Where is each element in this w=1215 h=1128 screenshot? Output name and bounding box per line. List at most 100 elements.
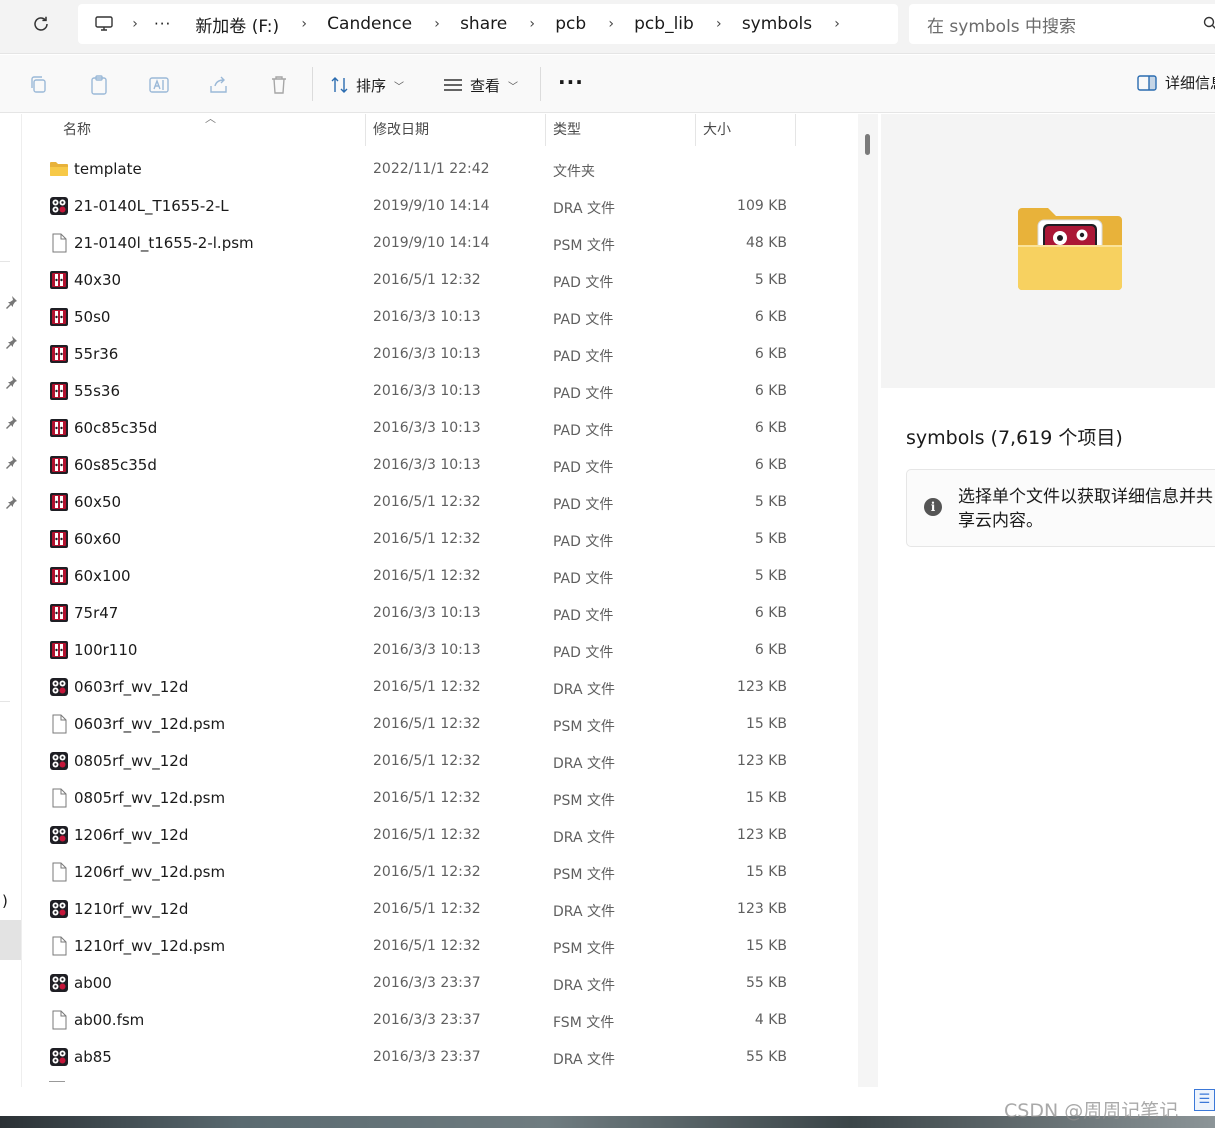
file-modified-date: 2016/3/3 10:13 <box>373 346 481 362</box>
file-row[interactable]: ab00 2016/3/3 23:37 DRA 文件 55 KB <box>23 965 858 1002</box>
file-row[interactable]: 60x60 2016/5/1 12:32 PAD 文件 5 KB <box>23 521 858 558</box>
column-header-name[interactable]: 名称 <box>55 114 365 146</box>
breadcrumb[interactable]: › ··· 新加卷 (F:) › Candence › share › pcb … <box>78 4 898 44</box>
nav-item-selected[interactable] <box>0 920 21 960</box>
column-resize-handle[interactable] <box>795 114 796 146</box>
file-row[interactable]: 1210rf_wv_12d.psm 2016/5/1 12:32 PSM 文件 15 … <box>23 928 858 965</box>
file-type: PAD 文件 <box>553 386 614 402</box>
file-row[interactable]: 21-0140L_T1655-2-L 2019/9/10 14:14 DRA 文件 1… <box>23 188 858 225</box>
file-row[interactable]: ab85 2016/3/3 23:37 DRA 文件 55 KB <box>23 1039 858 1076</box>
file-type: DRA 文件 <box>553 201 615 217</box>
file-name: 100r110 <box>74 641 138 659</box>
file-modified-date: 2016/5/1 12:32 <box>373 716 481 732</box>
file-row[interactable]: ab00.fsm 2016/3/3 23:37 FSM 文件 4 KB <box>23 1002 858 1039</box>
file-type: DRA 文件 <box>553 1052 615 1068</box>
generic-file-icon <box>49 233 69 253</box>
preview-area <box>881 114 1215 388</box>
scrollbar-thumb[interactable] <box>865 134 870 155</box>
file-row[interactable]: 100r110 2016/3/3 10:13 PAD 文件 6 KB <box>23 632 858 669</box>
share-icon[interactable] <box>208 74 230 96</box>
details-pane-button[interactable]: 详细信息 <box>1137 72 1215 93</box>
file-row[interactable]: 0805rf_wv_12d.psm 2016/5/1 12:32 PSM 文件 15 … <box>23 780 858 817</box>
file-row[interactable]: template 2022/11/1 22:42 文件夹 <box>23 151 858 188</box>
file-modified-date: 2016/5/1 12:32 <box>373 568 481 584</box>
chevron-right-icon[interactable]: › <box>828 16 846 32</box>
file-row[interactable]: 60c85c35d 2016/3/3 10:13 PAD 文件 6 KB <box>23 410 858 447</box>
file-type: FSM 文件 <box>553 1015 615 1031</box>
pin-icon <box>6 496 17 509</box>
file-modified-date: 2016/5/1 12:32 <box>373 790 481 806</box>
more-options-button[interactable]: ··· <box>558 70 584 94</box>
breadcrumb-item-share[interactable]: share <box>460 14 507 34</box>
sort-button[interactable]: 排序 ﹀ <box>330 72 404 98</box>
file-row[interactable]: 60x100 2016/5/1 12:32 PAD 文件 5 KB <box>23 558 858 595</box>
file-type: DRA 文件 <box>553 756 615 772</box>
file-type: DRA 文件 <box>553 830 615 846</box>
file-row[interactable]: 60x50 2016/5/1 12:32 PAD 文件 5 KB <box>23 484 858 521</box>
file-name: 60s85c35d <box>74 456 157 474</box>
file-row[interactable]: 55r36 2016/3/3 10:13 PAD 文件 6 KB <box>23 336 858 373</box>
view-button[interactable]: 查看 ﹀ <box>442 72 518 98</box>
file-row[interactable]: 55s36 2016/3/3 10:13 PAD 文件 6 KB <box>23 373 858 410</box>
rename-icon[interactable] <box>148 74 170 96</box>
nav-item-fragment[interactable]: ) <box>2 892 8 910</box>
file-size: 6 KB <box>754 383 787 399</box>
file-row[interactable]: 40x30 2016/5/1 12:32 PAD 文件 5 KB <box>23 262 858 299</box>
paste-icon[interactable] <box>88 74 110 96</box>
file-row[interactable]: 0805rf_wv_12d 2016/5/1 12:32 DRA 文件 123 KB <box>23 743 858 780</box>
file-list[interactable]: ︿ 名称 修改日期 类型 大小 template 2022/11/1 22:42 文… <box>23 114 858 1087</box>
file-row[interactable]: 0603rf_wv_12d 2016/5/1 12:32 DRA 文件 123 KB <box>23 669 858 706</box>
file-type: PAD 文件 <box>553 608 614 624</box>
delete-icon[interactable] <box>268 74 290 96</box>
breadcrumb-overflow-button[interactable]: ··· <box>154 15 171 33</box>
chevron-right-icon[interactable]: › <box>428 16 446 32</box>
watermark: CSDN @周周记笔记 <box>1004 1100 1179 1122</box>
this-pc-icon[interactable] <box>94 15 116 33</box>
column-header-modified[interactable]: 修改日期 <box>365 114 545 146</box>
copy-icon[interactable] <box>28 74 50 96</box>
file-size: 6 KB <box>754 457 787 473</box>
vertical-scrollbar[interactable] <box>858 114 878 1087</box>
view-list-icon <box>444 79 462 91</box>
search-input[interactable]: 在 symbols 中搜索 <box>909 4 1215 44</box>
file-row[interactable]: 1206rf_wv_12d 2016/5/1 12:32 DRA 文件 123 KB <box>23 817 858 854</box>
generic-file-icon <box>49 714 69 734</box>
generic-file-icon <box>49 1010 69 1030</box>
file-row[interactable]: 1206rf_wv_12d.psm 2016/5/1 12:32 PSM 文件 15 … <box>23 854 858 891</box>
breadcrumb-item-pcb-lib[interactable]: pcb_lib <box>634 14 694 34</box>
command-bar: 排序 ﹀ 查看 ﹀ ··· 详细信息 <box>0 55 1215 113</box>
chevron-right-icon[interactable]: › <box>602 16 620 32</box>
breadcrumb-item-symbols[interactable]: symbols <box>742 14 812 34</box>
column-header-size[interactable]: 大小 <box>695 114 795 146</box>
list-view-toggle-icon[interactable]: ☰ <box>1194 1089 1215 1111</box>
breadcrumb-item-drive[interactable]: 新加卷 (F:) <box>195 12 279 37</box>
generic-file-icon <box>49 862 69 882</box>
file-modified-date: 2016/3/3 23:37 <box>373 1012 481 1028</box>
navigation-pane[interactable]: ) <box>0 114 22 1087</box>
chevron-right-icon[interactable]: › <box>295 16 313 32</box>
chevron-right-icon[interactable]: › <box>710 16 728 32</box>
dra-file-icon <box>49 825 69 845</box>
file-row[interactable]: 60s85c35d 2016/3/3 10:13 PAD 文件 6 KB <box>23 447 858 484</box>
breadcrumb-item-pcb[interactable]: pcb <box>555 14 586 34</box>
file-modified-date: 2016/5/1 12:32 <box>373 494 481 510</box>
file-type: PAD 文件 <box>553 349 614 365</box>
details-button-label: 详细信息 <box>1165 74 1215 92</box>
file-name: template <box>74 160 142 178</box>
file-name: 0603rf_wv_12d.psm <box>74 715 226 733</box>
info-message: 选择单个文件以获取详细信息并共享云内容。 <box>958 487 1213 531</box>
file-row[interactable]: 0603rf_wv_12d.psm 2016/5/1 12:32 PSM 文件 15 … <box>23 706 858 743</box>
file-row[interactable]: 1210rf_wv_12d 2016/5/1 12:32 DRA 文件 123 KB <box>23 891 858 928</box>
file-modified-date: 2019/9/10 14:14 <box>373 235 490 251</box>
info-icon: i <box>924 498 942 516</box>
file-row[interactable]: 75r47 2016/3/3 10:13 PAD 文件 6 KB <box>23 595 858 632</box>
pad-file-icon <box>49 344 69 364</box>
file-type: PAD 文件 <box>553 497 614 513</box>
file-row[interactable]: 21-0140l_t1655-2-l.psm 2019/9/10 14:14 PSM… <box>23 225 858 262</box>
refresh-button[interactable] <box>24 8 58 40</box>
chevron-right-icon[interactable]: › <box>523 16 541 32</box>
file-modified-date: 2016/5/1 12:32 <box>373 827 481 843</box>
breadcrumb-item-candence[interactable]: Candence <box>327 14 412 34</box>
column-header-type[interactable]: 类型 <box>545 114 695 146</box>
file-row[interactable]: 50s0 2016/3/3 10:13 PAD 文件 6 KB <box>23 299 858 336</box>
